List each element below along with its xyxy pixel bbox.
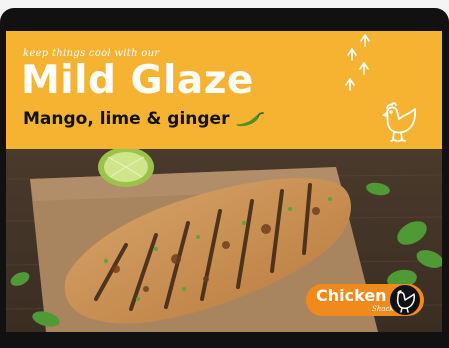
footprints-icon bbox=[345, 34, 370, 91]
brand-badge bbox=[390, 285, 420, 315]
hen-icon bbox=[382, 102, 417, 142]
headline-text: Mild Glaze bbox=[21, 58, 254, 103]
tablet-screen: keep things cool with our Mild Glaze Man… bbox=[6, 31, 442, 332]
chili-icon bbox=[236, 112, 264, 127]
subhead-text: Mango, lime & ginger bbox=[23, 109, 230, 129]
brand-wordmark: Chicken bbox=[316, 286, 387, 305]
hen-logo-icon bbox=[396, 290, 415, 313]
